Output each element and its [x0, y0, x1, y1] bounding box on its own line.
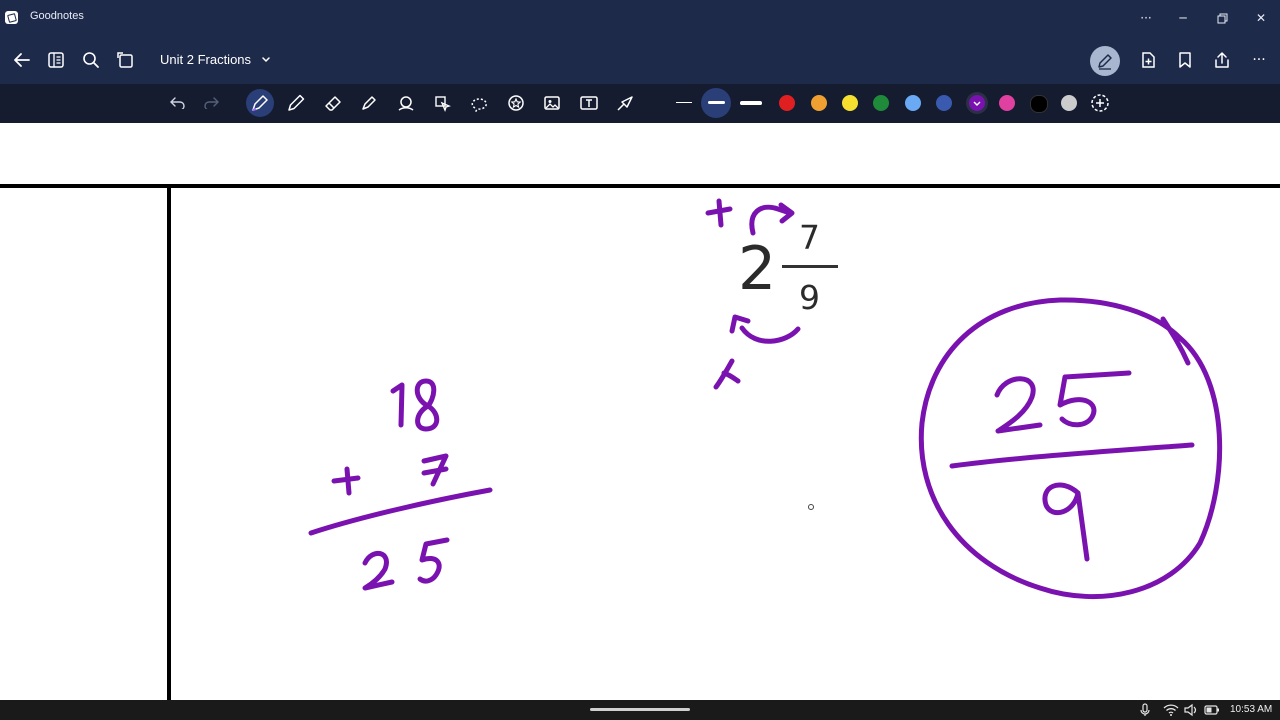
chevron-down-icon [973, 101, 981, 106]
microphone-icon[interactable] [1139, 703, 1151, 717]
stroke-width-thin[interactable] [676, 102, 692, 103]
battery-icon[interactable] [1204, 703, 1220, 717]
add-page-button[interactable] [1132, 36, 1164, 84]
shapes-tool[interactable] [392, 89, 420, 117]
color-swatch-blue[interactable] [936, 95, 952, 111]
rotate-page-button[interactable] [110, 36, 142, 84]
share-icon [1215, 52, 1229, 68]
highlighter-tool[interactable] [355, 89, 383, 117]
pencil-only-mode-button[interactable] [1090, 46, 1120, 76]
image-tool[interactable] [538, 89, 566, 117]
search-icon [83, 52, 99, 68]
color-swatch-gray[interactable] [1061, 95, 1077, 111]
home-indicator[interactable] [590, 708, 690, 711]
window-titlebar: Goodnotes ··· ─ ✕ [0, 0, 1280, 36]
bookmark-button[interactable] [1169, 36, 1201, 84]
document-navbar: Unit 2 Fractions ··· [0, 36, 1280, 84]
pencil-icon [288, 94, 305, 111]
volume-icon[interactable] [1183, 703, 1199, 717]
add-page-icon [1142, 52, 1155, 68]
ink-sum-line [308, 487, 493, 536]
window-more-button[interactable]: ··· [1127, 0, 1165, 36]
color-swatch-orange[interactable] [811, 95, 827, 111]
color-swatch-black[interactable] [1030, 95, 1048, 113]
undo-button[interactable] [164, 88, 192, 116]
redo-button[interactable] [197, 88, 225, 116]
hand-tool[interactable] [429, 89, 457, 117]
goodnotes-app-icon [5, 11, 18, 24]
back-button[interactable] [6, 36, 38, 84]
redo-icon [204, 97, 219, 109]
text-tool[interactable] [575, 89, 603, 117]
image-icon [544, 96, 560, 110]
pen-cursor [808, 504, 814, 510]
ink-digit-5 [417, 537, 450, 584]
ink-plus-v [344, 466, 352, 496]
pages-overview-button[interactable] [40, 36, 72, 84]
eraser-tool[interactable] [319, 89, 347, 117]
lasso-icon [471, 98, 487, 113]
ink-times-b [721, 370, 741, 384]
hand-icon [435, 96, 451, 112]
color-swatch-purple-selected[interactable] [966, 92, 988, 114]
color-swatch-green[interactable] [873, 95, 889, 111]
sticker-icon [508, 95, 524, 111]
pen-tool[interactable] [246, 89, 274, 117]
ink-arrow-bottom [739, 325, 801, 344]
ink-plus-vertical [716, 198, 724, 228]
text-icon [580, 96, 598, 110]
arrow-left-icon [14, 53, 30, 67]
color-swatch-red[interactable] [779, 95, 795, 111]
restore-button[interactable] [1203, 0, 1241, 36]
document-title[interactable]: Unit 2 Fractions [160, 52, 251, 67]
lasso-tool[interactable] [465, 89, 493, 117]
wifi-icon[interactable] [1163, 703, 1179, 717]
undo-icon [170, 97, 185, 109]
rotate-icon [117, 52, 133, 68]
ink-digit-7-bar [421, 466, 449, 476]
pencil-hand-icon [1098, 54, 1112, 70]
ink-answer-digit-5 [1057, 370, 1132, 428]
ink-answer-digit-9 [1042, 482, 1090, 562]
more-options-button[interactable]: ··· [1243, 36, 1275, 84]
custom-color-button[interactable] [1090, 93, 1110, 117]
highlighter-icon [362, 96, 376, 110]
color-swatch-yellow[interactable] [842, 95, 858, 111]
handwritten-ink-layer [308, 198, 1223, 600]
search-button[interactable] [75, 36, 107, 84]
stroke-width-medium-selected[interactable] [701, 88, 731, 118]
color-picker-icon [1091, 94, 1109, 112]
minimize-button[interactable]: ─ [1164, 0, 1202, 36]
note-page-canvas[interactable]: 2 7 9 [0, 123, 1280, 700]
restore-icon [1217, 13, 1227, 23]
sticker-tool[interactable] [502, 89, 530, 117]
eraser-icon [325, 96, 341, 111]
drawing-toolbar [0, 84, 1280, 123]
laser-icon [617, 96, 633, 111]
bookmark-icon [1179, 52, 1191, 68]
ink-digit-8 [414, 378, 440, 432]
pen-icon [252, 95, 268, 111]
share-button[interactable] [1206, 36, 1238, 84]
pencil-tool[interactable] [282, 89, 310, 117]
ink-answer-digit-2 [994, 376, 1043, 434]
sidebar-pages-icon [48, 52, 64, 68]
close-button[interactable]: ✕ [1242, 0, 1280, 36]
stroke-width-thick[interactable] [740, 101, 762, 105]
ink-digit-1 [390, 382, 405, 428]
shapes-icon [398, 96, 414, 111]
system-clock[interactable]: 10:53 AM [1230, 704, 1272, 715]
ink-digit-2 [362, 551, 395, 591]
system-taskbar: 10:53 AM [0, 700, 1280, 720]
color-swatch-pink[interactable] [999, 95, 1015, 111]
laser-pointer-tool[interactable] [611, 89, 639, 117]
chevron-down-icon[interactable] [260, 53, 272, 65]
color-swatch-light-blue[interactable] [905, 95, 921, 111]
app-title: Goodnotes [30, 10, 84, 22]
ink-answer-fraction-bar [949, 442, 1195, 469]
